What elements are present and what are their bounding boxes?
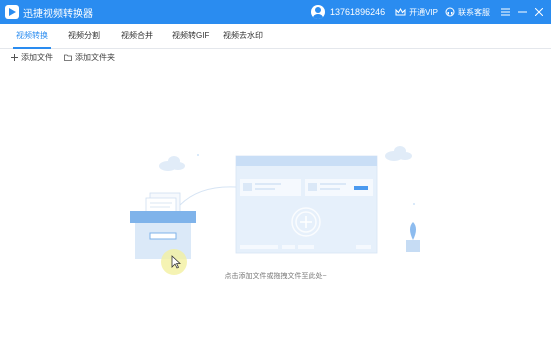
cloud-right-icon	[385, 146, 412, 161]
sparkle-dot	[413, 203, 415, 205]
cloud-left-icon	[159, 156, 185, 171]
file-box-icon	[130, 192, 196, 259]
plant-icon	[406, 222, 420, 252]
empty-state-illustration[interactable]	[0, 0, 551, 360]
sparkle-dot	[197, 154, 199, 156]
empty-state-hint: 点击添加文件或拖拽文件至此处~	[224, 273, 327, 280]
connector-line	[179, 186, 237, 206]
video-window-illustration	[235, 155, 378, 254]
